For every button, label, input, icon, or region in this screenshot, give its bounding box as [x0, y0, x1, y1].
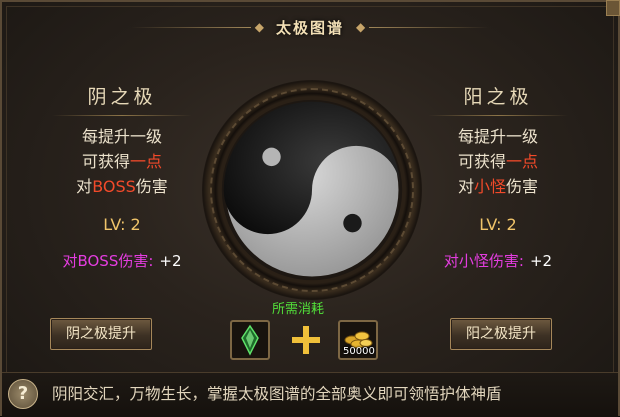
desc-line: 对小怪伤害	[408, 174, 588, 199]
gold-item-slot[interactable]: 50000	[338, 320, 378, 360]
yin-description: 每提升一级 可获得一点 对BOSS伤害	[32, 124, 212, 199]
desc-text: 对	[76, 177, 93, 196]
yang-bonus: 对小怪伤害: +2	[408, 250, 588, 271]
desc-line: 对BOSS伤害	[32, 174, 212, 199]
ornament-icon: ◆	[254, 20, 264, 34]
desc-line: 可获得一点	[32, 149, 212, 174]
desc-text: 可获得	[81, 152, 130, 171]
help-icon[interactable]: ?	[8, 379, 38, 409]
taiji-emblem	[202, 80, 422, 300]
yang-description: 每提升一级 可获得一点 对小怪伤害	[408, 124, 588, 199]
yang-level: LV: 2	[479, 215, 517, 234]
taiji-window: ◆ 太极图谱 ◆ 阴之极 每提升一级 可获得一点 对BOSS伤害 LV: 2 对…	[0, 0, 620, 417]
title-divider-right	[369, 26, 490, 28]
bonus-label: 对小怪伤害:	[443, 252, 524, 270]
desc-text: 对	[457, 177, 474, 196]
desc-highlight: BOSS	[92, 177, 136, 196]
desc-line: 每提升一级	[81, 127, 162, 146]
ornament-icon: ◆	[356, 20, 366, 34]
desc-highlight: 一点	[506, 152, 539, 171]
crystal-item-slot[interactable]	[230, 320, 270, 360]
desc-text: 伤害	[135, 177, 168, 196]
requirement-label: 所需消耗	[272, 302, 325, 317]
yang-upgrade-button[interactable]: 阳之极提升	[450, 318, 552, 350]
coin-amount: 50000	[343, 346, 375, 357]
desc-highlight: 小怪	[473, 177, 506, 196]
yang-title: 阳之极	[408, 82, 588, 116]
window-title: 太极图谱	[275, 18, 344, 37]
title-bar: ◆ 太极图谱 ◆	[2, 12, 618, 42]
desc-text: 可获得	[457, 152, 506, 171]
yin-yang-icon	[221, 99, 403, 281]
yin-upgrade-button[interactable]: 阴之极提升	[50, 318, 152, 350]
title-divider-left	[130, 26, 251, 28]
plus-icon	[292, 326, 320, 354]
footer-bar: ? 阴阳交汇，万物生长，掌握太极图谱的全部奥义即可领悟护体神盾	[2, 372, 618, 417]
yin-level: LV: 2	[103, 215, 141, 234]
desc-highlight: 一点	[130, 152, 163, 171]
bonus-label: 对BOSS伤害:	[62, 252, 154, 270]
desc-line: 每提升一级	[457, 127, 538, 146]
bonus-value: +2	[159, 252, 182, 270]
bonus-value: +2	[529, 252, 553, 270]
footer-hint: 阴阳交汇，万物生长，掌握太极图谱的全部奥义即可领悟护体神盾	[52, 385, 502, 403]
yin-panel: 阴之极 每提升一级 可获得一点 对BOSS伤害 LV: 2 对BOSS伤害: +2	[32, 82, 212, 271]
desc-text: 伤害	[506, 177, 539, 196]
yin-bonus: 对BOSS伤害: +2	[32, 250, 212, 271]
desc-line: 可获得一点	[408, 149, 588, 174]
yin-title: 阴之极	[32, 82, 212, 116]
yang-panel: 阳之极 每提升一级 可获得一点 对小怪伤害 LV: 2 对小怪伤害: +2	[408, 82, 588, 271]
green-crystal-icon	[241, 324, 259, 356]
